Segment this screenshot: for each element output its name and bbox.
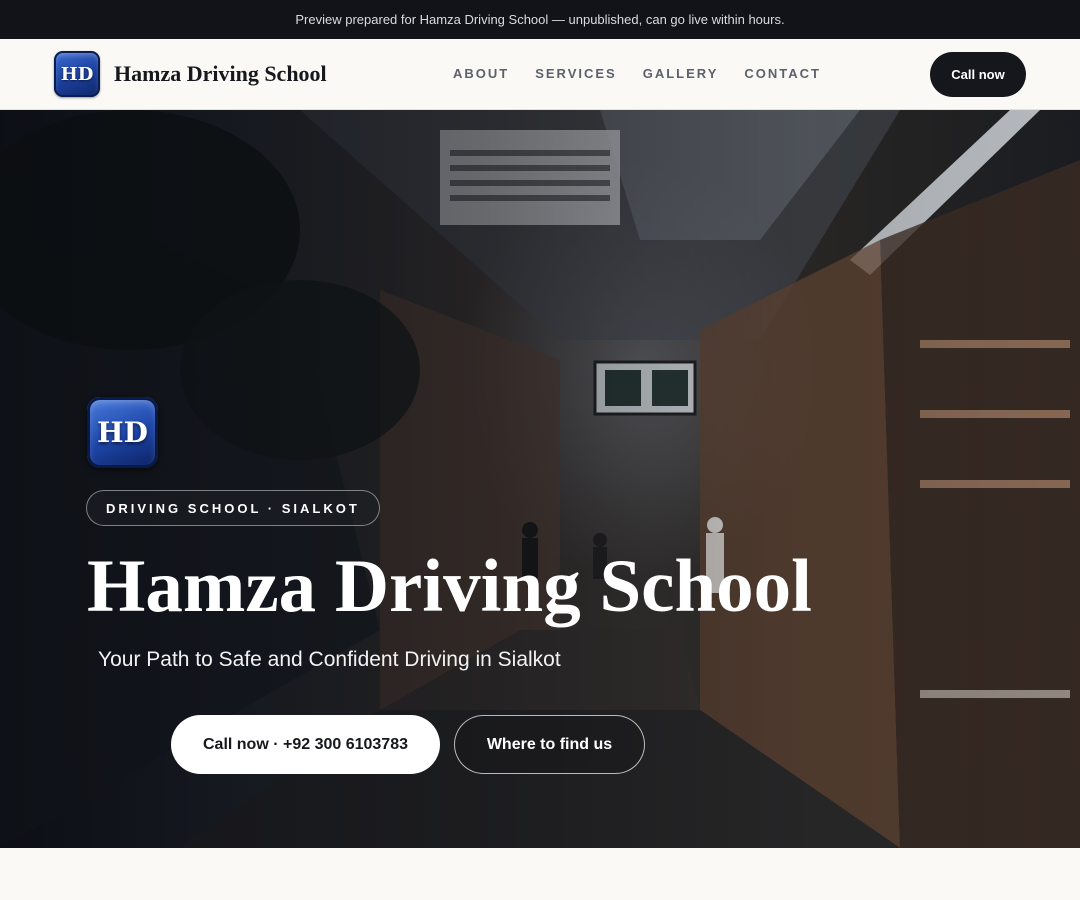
preview-banner-text: Preview prepared for Hamza Driving Schoo… <box>295 12 785 27</box>
logo-badge[interactable]: HD <box>54 51 100 97</box>
main-nav: ABOUT SERVICES GALLERY CONTACT <box>453 66 847 81</box>
site-header: HD Hamza Driving School ABOUT SERVICES G… <box>0 39 1080 110</box>
preview-banner: Preview prepared for Hamza Driving Schoo… <box>0 0 1080 39</box>
nav-gallery[interactable]: GALLERY <box>643 66 719 81</box>
nav-services[interactable]: SERVICES <box>535 66 617 81</box>
nav-about[interactable]: ABOUT <box>453 66 509 81</box>
brand[interactable]: HD Hamza Driving School <box>54 51 327 97</box>
brand-name[interactable]: Hamza Driving School <box>114 61 327 87</box>
logo-text: HD <box>60 63 94 85</box>
hero-section: HD DRIVING SCHOOL · SIALKOT Hamza Drivin… <box>0 110 1080 848</box>
hero-call-button[interactable]: Call now · +92 300 6103783 <box>171 715 440 774</box>
hero-subtitle: Your Path to Safe and Confident Driving … <box>98 648 561 671</box>
hero-location-button[interactable]: Where to find us <box>454 715 645 774</box>
header-call-button[interactable]: Call now <box>930 52 1026 97</box>
nav-contact[interactable]: CONTACT <box>744 66 821 81</box>
hero-tag-text: DRIVING SCHOOL · SIALKOT <box>106 500 360 516</box>
hero-tag-pill: DRIVING SCHOOL · SIALKOT <box>86 490 380 526</box>
hero-logo-badge: HD <box>87 397 158 468</box>
hero-title: Hamza Driving School <box>87 545 812 628</box>
hero-logo-text: HD <box>97 416 148 449</box>
